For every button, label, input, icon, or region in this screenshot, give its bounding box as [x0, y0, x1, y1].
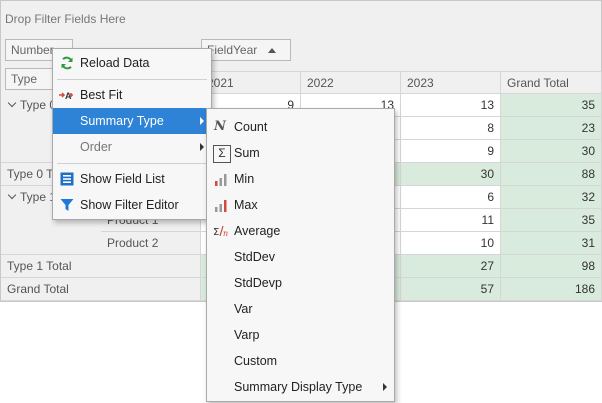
column-field-year[interactable]: FieldYear: [201, 39, 291, 61]
column-field-label: FieldYear: [207, 43, 258, 57]
menu-separator: [57, 79, 207, 80]
submenu-item-stddevp[interactable]: StdDevp: [207, 270, 394, 296]
menu-item-order[interactable]: Order: [53, 134, 211, 160]
grand-total-cell[interactable]: 23: [501, 117, 602, 140]
collapse-chevron-icon[interactable]: [7, 190, 17, 200]
menu-item-summary-type[interactable]: Summary Type: [53, 108, 211, 134]
menu-item-label: StdDevp: [234, 276, 282, 290]
menu-separator: [57, 163, 207, 164]
grand-total-cell[interactable]: 31: [501, 232, 602, 255]
submenu-item-varp[interactable]: Varp: [207, 322, 394, 348]
min-bar-icon: [215, 174, 227, 186]
menu-item-label: Max: [234, 198, 258, 212]
menu-item-show-field-list[interactable]: Show Field List: [53, 166, 211, 192]
menu-item-label: Summary Type: [80, 114, 164, 128]
sum-icon: Σ: [213, 145, 231, 163]
submenu-item-count[interactable]: N Count: [207, 114, 394, 140]
count-icon: N: [214, 119, 226, 134]
row-header-type1-label: Type 1: [20, 190, 57, 204]
menu-item-label: Count: [234, 120, 268, 134]
submenu-item-min[interactable]: Min: [207, 166, 394, 192]
row-header-type0-label: Type 0: [20, 98, 57, 112]
summary-type-submenu: N Count Σ Sum Min Max Σ n Average StdDev: [206, 108, 395, 402]
menu-item-reload-data[interactable]: Reload Data: [53, 50, 211, 76]
row-grand-total: Grand Total: [1, 278, 201, 301]
column-header-2023[interactable]: 2023: [401, 71, 501, 94]
sort-ascending-icon: [267, 48, 276, 53]
data-cell[interactable]: 11: [401, 209, 501, 232]
grand-total-cell[interactable]: 186: [501, 278, 602, 301]
menu-item-label: Sum: [234, 146, 260, 160]
submenu-item-sum[interactable]: Σ Sum: [207, 140, 394, 166]
menu-item-label: Reload Data: [80, 56, 150, 70]
svg-text:n: n: [223, 229, 228, 238]
menu-item-label: Min: [234, 172, 255, 186]
grand-total-cell[interactable]: 30: [501, 140, 602, 163]
column-header-2021[interactable]: 2021: [201, 71, 301, 94]
grand-total-cell[interactable]: 98: [501, 255, 602, 278]
collapse-chevron-icon[interactable]: [7, 98, 17, 108]
menu-item-label: Best Fit: [80, 88, 123, 102]
menu-item-label: Order: [80, 140, 112, 154]
menu-item-label: Varp: [234, 328, 260, 342]
data-cell[interactable]: 8: [401, 117, 501, 140]
submenu-item-average[interactable]: Σ n Average: [207, 218, 394, 244]
submenu-item-summary-display-type[interactable]: Summary Display Type: [207, 374, 394, 400]
menu-item-label: Average: [234, 224, 281, 238]
column-header-2022[interactable]: 2022: [301, 71, 401, 94]
column-header-grand-total[interactable]: Grand Total: [501, 71, 602, 94]
grand-total-cell[interactable]: 35: [501, 209, 602, 232]
submenu-item-var[interactable]: Var: [207, 296, 394, 322]
submenu-item-custom[interactable]: Custom: [207, 348, 394, 374]
filter-icon: [60, 199, 74, 211]
data-cell[interactable]: 10: [401, 232, 501, 255]
context-menu: Reload Data A Best Fit Summary Type Orde…: [52, 48, 212, 220]
submenu-arrow-icon: [200, 143, 204, 151]
grand-total-cell[interactable]: 35: [501, 94, 602, 117]
reload-icon: [61, 56, 73, 70]
field-list-icon: [60, 172, 74, 186]
menu-item-best-fit[interactable]: A Best Fit: [53, 82, 211, 108]
menu-item-label: Var: [234, 302, 253, 316]
total-cell[interactable]: 30: [401, 163, 501, 186]
data-cell[interactable]: 9: [401, 140, 501, 163]
total-cell[interactable]: 27: [401, 255, 501, 278]
total-cell[interactable]: 57: [401, 278, 501, 301]
submenu-item-max[interactable]: Max: [207, 192, 394, 218]
svg-text:Σ: Σ: [213, 227, 219, 238]
row-header-product2[interactable]: Product 2: [101, 232, 201, 255]
submenu-arrow-icon: [383, 383, 387, 391]
menu-item-label: Show Field List: [80, 172, 165, 186]
best-fit-icon: A: [59, 91, 73, 101]
menu-item-show-filter-editor[interactable]: Show Filter Editor: [53, 192, 211, 218]
data-cell[interactable]: 6: [401, 186, 501, 209]
submenu-arrow-icon: [200, 117, 204, 125]
menu-item-label: Show Filter Editor: [80, 198, 179, 212]
menu-item-label: Custom: [234, 354, 278, 368]
menu-item-label: Summary Display Type: [234, 380, 363, 394]
row-total-type1: Type 1 Total: [1, 255, 201, 278]
grand-total-cell[interactable]: 32: [501, 186, 602, 209]
menu-item-label: StdDev: [234, 250, 275, 264]
data-cell[interactable]: 13: [401, 94, 501, 117]
grand-total-cell[interactable]: 88: [501, 163, 602, 186]
submenu-item-stddev[interactable]: StdDev: [207, 244, 394, 270]
max-bar-icon: [215, 200, 227, 212]
average-icon: Σ n: [213, 225, 228, 238]
filter-drop-area[interactable]: Drop Filter Fields Here: [5, 12, 126, 26]
